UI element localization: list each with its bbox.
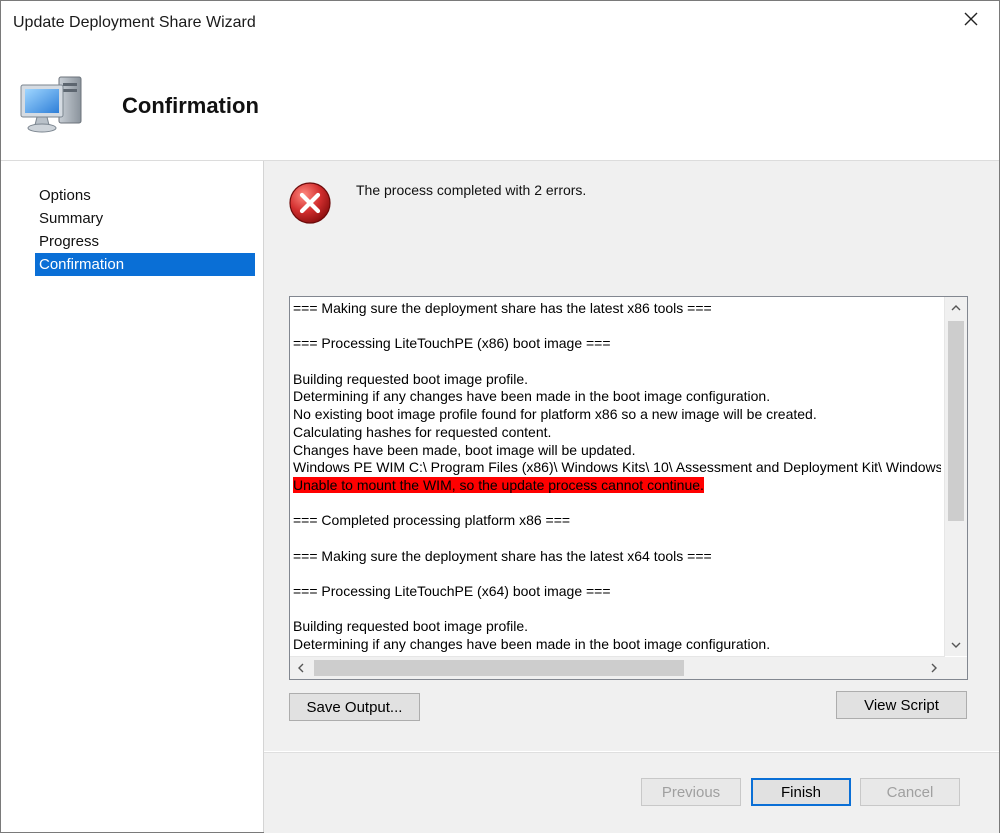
log-line-text: === Processing LiteTouchPE (x86) boot im… [293, 335, 611, 352]
log-line: Building requested boot image profile. [293, 371, 941, 389]
horizontal-scroll-thumb[interactable] [314, 660, 684, 676]
log-line: === Completed processing platform x86 ==… [293, 512, 941, 530]
log-line: === Making sure the deployment share has… [293, 300, 941, 318]
log-line: No existing boot image profile found for… [293, 406, 941, 424]
finish-button[interactable]: Finish [751, 778, 851, 806]
scrollbar-corner [945, 657, 967, 679]
wizard-header: Confirmation [1, 45, 999, 161]
page-title: Confirmation [122, 93, 259, 118]
log-line-text: Changes have been made, boot image will … [293, 441, 636, 458]
log-line-text: Determining if any changes have been mad… [293, 636, 771, 653]
chevron-up-icon [951, 305, 961, 311]
wizard-steps-sidebar: Options Summary Progress Confirmation [1, 161, 264, 832]
log-lines: === Making sure the deployment share has… [293, 300, 941, 655]
confirmation-panel: The process completed with 2 errors. ===… [264, 161, 999, 751]
log-line: Windows PE WIM C:\ Program Files (x86)\ … [293, 459, 941, 477]
log-line: === Processing LiteTouchPE (x64) boot im… [293, 583, 941, 601]
scroll-up-button[interactable] [945, 297, 967, 319]
status-message: The process completed with 2 errors. [356, 182, 587, 198]
horizontal-scrollbar[interactable] [290, 656, 945, 679]
chevron-right-icon [931, 663, 937, 673]
wizard-footer: Previous Finish Cancel [264, 752, 999, 833]
log-line-text: Building requested boot image profile. [293, 370, 529, 387]
scroll-down-button[interactable] [945, 634, 967, 656]
log-line: Changes have been made, boot image will … [293, 442, 941, 460]
wizard-window: Update Deployment Share Wizard Confirmat… [0, 0, 1000, 833]
log-line-text: Windows PE WIM C:\ Program Files (x86)\ … [293, 459, 941, 476]
log-line-text: === Completed processing platform x86 ==… [293, 512, 571, 529]
vertical-scroll-thumb[interactable] [948, 321, 964, 521]
log-line-text: Calculating hashes for requested content… [293, 423, 552, 440]
scroll-left-button[interactable] [290, 657, 312, 679]
scroll-right-button[interactable] [923, 657, 945, 679]
log-line: === Making sure the deployment share has… [293, 548, 941, 566]
close-button[interactable] [951, 5, 991, 33]
close-icon [964, 12, 978, 26]
sidebar-item-options[interactable]: Options [35, 184, 255, 207]
view-script-button[interactable]: View Script [836, 691, 967, 719]
sidebar-item-summary[interactable]: Summary [35, 207, 255, 230]
save-output-button[interactable]: Save Output... [289, 693, 420, 721]
log-line-text: Building requested boot image profile. [293, 618, 529, 635]
log-line-text: Determining if any changes have been mad… [293, 388, 771, 405]
log-line-text: === Processing LiteTouchPE (x64) boot im… [293, 583, 611, 599]
previous-button[interactable]: Previous [641, 778, 741, 806]
log-line: Calculating hashes for requested content… [293, 424, 941, 442]
log-line-text: Unable to mount the WIM, so the update p… [293, 476, 704, 493]
log-line-error: Unable to mount the WIM, so the update p… [293, 476, 941, 495]
window-title: Update Deployment Share Wizard [13, 14, 256, 31]
log-line-text: === Making sure the deployment share has… [293, 547, 712, 564]
log-line-text: No existing boot image profile found for… [293, 406, 817, 423]
error-icon [289, 182, 331, 224]
cancel-button[interactable]: Cancel [860, 778, 960, 806]
vertical-scrollbar[interactable] [944, 297, 967, 656]
sidebar-item-confirmation[interactable]: Confirmation [35, 253, 255, 276]
chevron-down-icon [951, 642, 961, 648]
log-line: Building requested boot image profile. [293, 618, 941, 636]
computer-monitor-icon [20, 76, 82, 133]
sidebar-item-progress[interactable]: Progress [35, 230, 255, 253]
title-bar: Update Deployment Share Wizard [1, 1, 999, 45]
output-log[interactable]: === Making sure the deployment share has… [289, 296, 968, 680]
log-line: === Processing LiteTouchPE (x86) boot im… [293, 335, 941, 353]
log-line-text: === Making sure the deployment share has… [293, 300, 712, 316]
chevron-left-icon [298, 663, 304, 673]
log-line: Determining if any changes have been mad… [293, 388, 941, 406]
log-line: Determining if any changes have been mad… [293, 636, 941, 654]
